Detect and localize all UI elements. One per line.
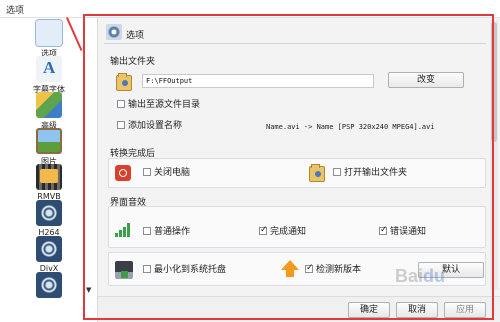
checkbox-label: 普通操作 (154, 227, 191, 237)
gear-icon (35, 19, 63, 47)
volume-icon (115, 223, 133, 237)
picture-icon (36, 128, 62, 154)
options-page: 选项 输出文件夹 F:\FFOutput 改变 输出至源文件目录 添加设置名称 … (98, 18, 500, 296)
error-notify-checkbox[interactable]: 错误通知 (379, 225, 427, 237)
folder-icon (309, 164, 325, 182)
sidebar-item-subtitle-font[interactable]: 字幕字体 (28, 56, 70, 95)
scrollbar-thumb[interactable] (491, 22, 497, 142)
normal-op-checkbox[interactable]: 普通操作 (143, 227, 190, 237)
checkbox-label: 打开输出文件夹 (344, 168, 408, 178)
checkbox-box[interactable] (333, 168, 341, 176)
check-update-checkbox[interactable]: 检测新版本 (305, 263, 362, 275)
advanced-icon (36, 92, 62, 118)
checkbox-box[interactable] (143, 168, 151, 176)
checkbox-box[interactable] (143, 265, 151, 273)
sidebar-item-divx[interactable]: DivX (28, 236, 70, 273)
reel-icon (36, 272, 62, 298)
ui-effects-panel: 普通操作 完成通知 错误通知 (108, 206, 486, 248)
checkbox-label: 完成通知 (270, 227, 307, 237)
watermark-logo: Baidu (395, 266, 446, 286)
output-path-field[interactable]: F:\FFOutput (142, 74, 374, 88)
page-header: 选项 (104, 22, 486, 44)
checkbox-label: 输出至源文件目录 (128, 100, 201, 110)
folder-icon (116, 73, 132, 91)
filename-example: Name.avi -> Name [PSP 320x240 MPEG4].avi (266, 123, 435, 131)
checkbox-label: 添加设置名称 (128, 121, 183, 131)
complete-notify-checkbox[interactable]: 完成通知 (259, 225, 307, 237)
sidebar-item-h264[interactable]: H264 (28, 200, 70, 237)
system-tray-icon (115, 261, 133, 279)
sidebar-item-more[interactable] (28, 272, 70, 300)
dialog-footer: 确定 取消 应用 (98, 296, 500, 322)
sidebar-scroll-down-icon[interactable]: ▼ (86, 286, 91, 294)
sidebar: 选项 字幕字体 高级 图片 RMVB H264 DivX (0, 18, 98, 322)
after-convert-panel: 关闭电脑 打开输出文件夹 (108, 158, 486, 188)
title-bar: 选项 (0, 0, 500, 18)
ok-button[interactable]: 确定 (348, 302, 390, 318)
checkbox-box[interactable] (143, 227, 151, 235)
window-title: 选项 (6, 6, 25, 16)
reel-icon (36, 200, 62, 226)
reel-icon (36, 236, 62, 262)
apply-button[interactable]: 应用 (444, 302, 486, 318)
power-icon (115, 165, 131, 181)
add-setting-name-checkbox[interactable]: 添加设置名称 (117, 121, 182, 131)
page-title: 选项 (126, 31, 145, 41)
font-icon (36, 56, 62, 82)
checkbox-label: 错误通知 (390, 227, 427, 237)
checkbox-box[interactable] (117, 100, 125, 108)
checkbox-label: 关闭电脑 (154, 168, 191, 178)
checkbox-label: 最小化到系统托盘 (154, 265, 227, 275)
sidebar-item-advanced[interactable]: 高级 (28, 92, 70, 131)
checkbox-label: 检测新版本 (316, 265, 362, 275)
minimize-to-tray-checkbox[interactable]: 最小化到系统托盘 (143, 265, 226, 275)
output-to-source-checkbox[interactable]: 输出至源文件目录 (117, 100, 200, 110)
checkbox-box[interactable] (305, 263, 314, 273)
gear-icon (106, 24, 122, 40)
sidebar-item-options[interactable]: 选项 (28, 19, 70, 59)
output-folder-heading: 输出文件夹 (110, 57, 156, 67)
shutdown-checkbox[interactable]: 关闭电脑 (143, 168, 190, 178)
change-folder-button[interactable]: 改变 (388, 72, 464, 88)
film-icon (36, 164, 62, 190)
sidebar-item-picture[interactable]: 图片 (28, 128, 70, 167)
update-arrow-icon (281, 260, 299, 277)
sidebar-item-rmvb[interactable]: RMVB (28, 164, 70, 201)
cancel-button[interactable]: 取消 (396, 302, 438, 318)
open-output-folder-checkbox[interactable]: 打开输出文件夹 (333, 168, 407, 178)
checkbox-box[interactable] (117, 121, 125, 129)
checkbox-box[interactable] (259, 225, 268, 235)
vertical-scrollbar[interactable] (490, 20, 498, 290)
checkbox-box[interactable] (379, 225, 388, 235)
